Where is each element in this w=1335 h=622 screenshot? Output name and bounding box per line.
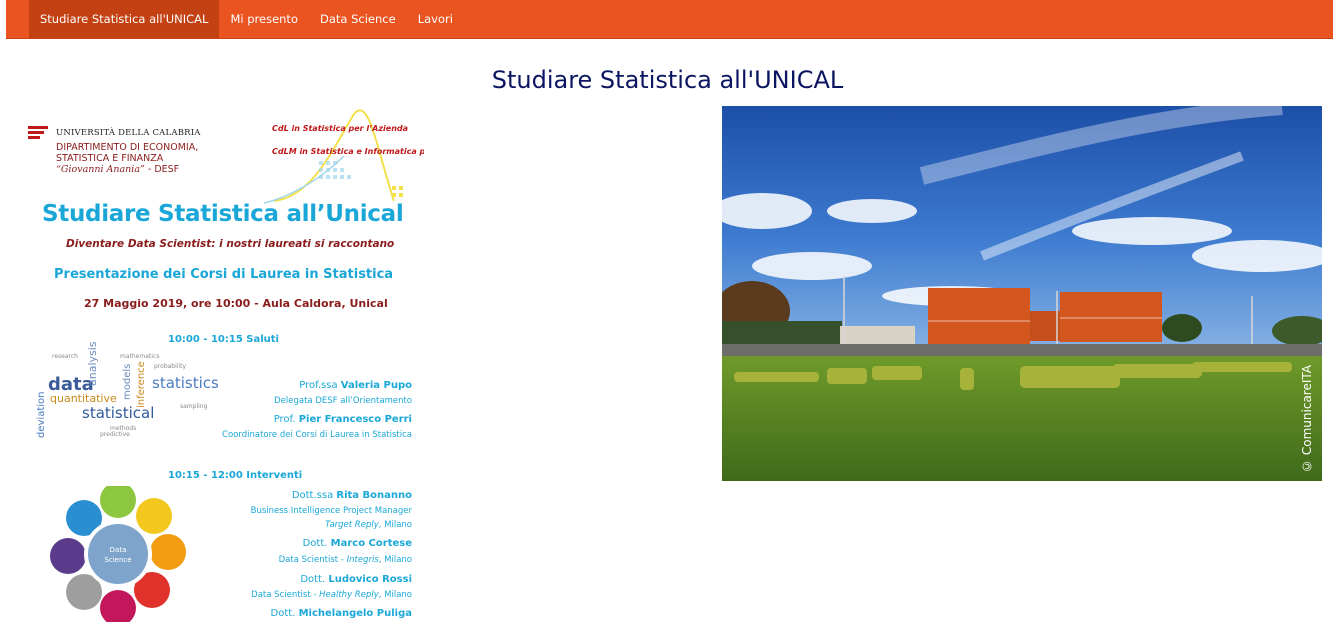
speaker-1: Prof.ssa Valeria Pupo: [299, 380, 412, 391]
svg-text:mathematics: mathematics: [120, 353, 159, 360]
speaker-6: Dott. Michelangelo Puliga: [270, 608, 412, 619]
nav-item-data-science[interactable]: Data Science: [309, 0, 407, 38]
university-name: UNIVERSITÀ DELLA CALABRIA: [56, 128, 201, 138]
svg-text:probability: probability: [154, 363, 186, 370]
speaker-3: Dott.ssa Rita Bonanno: [291, 490, 412, 501]
top-navbar: Studiare Statistica all'UNICAL Mi presen…: [6, 0, 1333, 39]
data-science-wheel-graphic: Data Science: [50, 486, 186, 622]
department-line1: DIPARTIMENTO DI ECONOMIA,: [56, 142, 199, 153]
poster-presentation: Presentazione dei Corsi di Laurea in Sta…: [54, 267, 394, 282]
page-title: Studiare Statistica all'UNICAL: [491, 66, 844, 94]
speaker-5-role: Data Scientist - Healthy Reply, Milano: [251, 590, 412, 600]
university-logo-icon: [28, 126, 48, 139]
campus-illustration: [722, 106, 1322, 481]
photo-credit: © ComunicareITA: [1300, 365, 1314, 473]
nav-item-mi-presento[interactable]: Mi presento: [219, 0, 309, 38]
speaker-2: Prof. Pier Francesco Perri: [273, 414, 412, 425]
poster-subtitle: Diventare Data Scientist: i nostri laure…: [66, 238, 395, 250]
nav-item-studiare-statistica[interactable]: Studiare Statistica all'UNICAL: [29, 0, 220, 38]
svg-text:research: research: [52, 353, 78, 360]
speaker-1-role: Delegata DESF all’Orientamento: [274, 396, 412, 406]
svg-text:deviation: deviation: [36, 392, 47, 438]
event-poster: UNIVERSITÀ DELLA CALABRIA DIPARTIMENTO D…: [24, 106, 424, 622]
cdlm-label: CdLM in Statistica e Informatica per le …: [272, 147, 424, 156]
svg-text:statistics: statistics: [152, 374, 219, 392]
speaker-3-role: Business Intelligence Project Manager: [250, 506, 412, 516]
campus-photo: © ComunicareITA: [722, 106, 1322, 481]
speaker-4-role: Data Scientist - Integris, Milano: [278, 555, 412, 565]
poster-title: Studiare Statistica all’Unical: [42, 201, 404, 227]
department-line2: STATISTICA E FINANZA: [56, 153, 164, 164]
nav-item-lavori[interactable]: Lavori: [407, 0, 464, 38]
svg-text:Science: Science: [104, 556, 131, 564]
department-line3: “Giovanni Anania” - DESF: [56, 164, 180, 175]
svg-text:sampling: sampling: [180, 403, 208, 410]
speaker-4: Dott. Marco Cortese: [302, 538, 412, 549]
svg-text:Data: Data: [110, 546, 127, 554]
svg-text:quantitative: quantitative: [50, 392, 117, 405]
svg-text:models: models: [122, 364, 133, 400]
speaker-2-role: Coordinatore dei Corsi di Laurea in Stat…: [222, 430, 412, 440]
cdl-label: CdL in Statistica per l’Azienda: [272, 124, 409, 133]
event-date: 27 Maggio 2019, ore 10:00 - Aula Caldora…: [84, 297, 388, 310]
speaker-3-company: Target Reply, Milano: [325, 520, 412, 530]
statistics-word-cloud: data analysis statistics statistical qua…: [36, 341, 219, 438]
svg-text:predictive: predictive: [100, 431, 130, 438]
session-interventi: 10:15 - 12:00 Interventi: [168, 470, 303, 481]
speaker-5: Dott. Ludovico Rossi: [300, 574, 412, 585]
svg-text:inference: inference: [136, 361, 147, 408]
svg-text:analysis: analysis: [86, 341, 99, 386]
